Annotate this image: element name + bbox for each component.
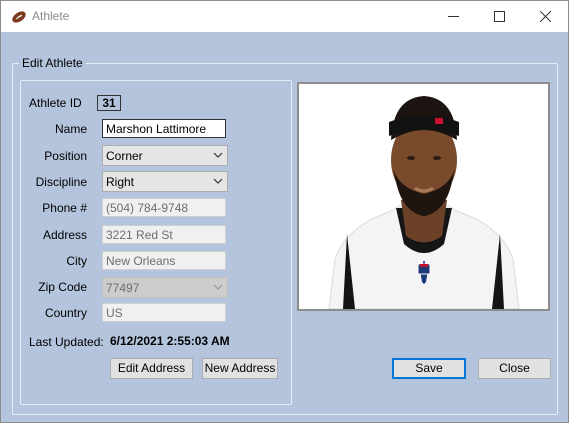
chevron-down-icon xyxy=(213,284,223,290)
minimize-icon xyxy=(448,16,459,17)
city-field[interactable]: New Orleans xyxy=(102,251,226,270)
name-label: Name xyxy=(54,122,87,136)
minimize-button[interactable] xyxy=(430,1,476,32)
country-label: Country xyxy=(44,306,87,320)
close-window-button[interactable] xyxy=(522,1,568,32)
discipline-select[interactable]: Right xyxy=(102,171,228,192)
athlete-id-label: Athlete ID xyxy=(29,96,82,110)
maximize-button[interactable] xyxy=(476,1,522,32)
athlete-id-value: 31 xyxy=(97,95,121,111)
zip-code-selected-value: 77497 xyxy=(106,281,140,295)
address-label: Address xyxy=(42,228,87,242)
maximize-icon xyxy=(494,11,505,22)
zip-code-select: 77497 xyxy=(102,277,228,298)
close-button[interactable]: Close xyxy=(478,358,551,379)
position-label: Position xyxy=(44,149,87,163)
name-field[interactable]: Marshon Lattimore xyxy=(102,119,226,138)
chevron-down-icon xyxy=(213,152,223,158)
close-icon xyxy=(540,11,551,22)
last-updated-value: 6/12/2021 2:55:03 AM xyxy=(110,334,230,348)
city-label: City xyxy=(66,254,87,268)
phone-field[interactable]: (504) 784-9748 xyxy=(102,198,226,217)
title-bar[interactable]: Athlete xyxy=(1,1,568,32)
edit-address-button[interactable]: Edit Address xyxy=(110,358,193,379)
athlete-photo xyxy=(297,82,550,311)
phone-label: Phone # xyxy=(42,201,87,215)
position-select[interactable]: Corner xyxy=(102,145,228,166)
athlete-window: Athlete Edit Athlete Athlete ID 31 Name … xyxy=(0,0,569,423)
new-address-button[interactable]: New Address xyxy=(202,358,278,379)
save-button[interactable]: Save xyxy=(392,358,466,379)
discipline-selected-value: Right xyxy=(106,175,135,189)
group-title: Edit Athlete xyxy=(19,56,86,70)
athlete-portrait-image xyxy=(299,84,548,309)
address-field[interactable]: 3221 Red St xyxy=(102,225,226,244)
window-title: Athlete xyxy=(32,9,70,23)
country-field[interactable]: US xyxy=(102,303,226,322)
position-selected-value: Corner xyxy=(106,149,143,163)
football-icon xyxy=(12,11,26,23)
zip-code-label: Zip Code xyxy=(38,280,87,294)
chevron-down-icon xyxy=(213,178,223,184)
last-updated-label: Last Updated: xyxy=(29,335,104,349)
discipline-label: Discipline xyxy=(35,175,87,189)
